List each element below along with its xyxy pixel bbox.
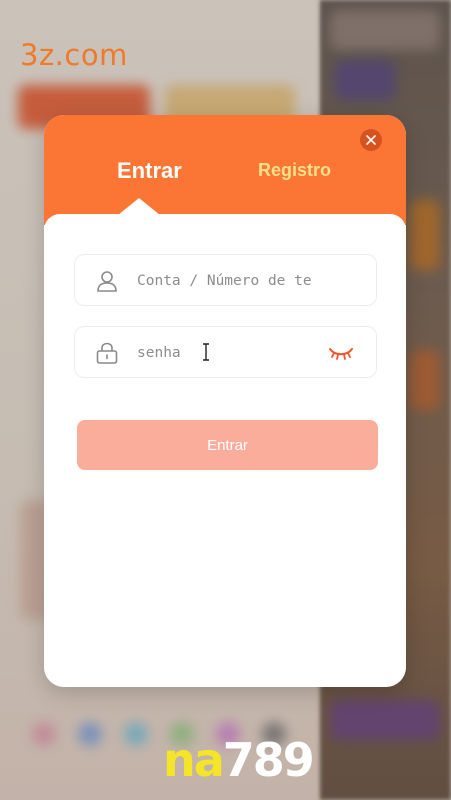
account-input[interactable] — [137, 263, 319, 299]
login-submit-button[interactable]: Entrar — [77, 420, 378, 470]
close-button[interactable] — [360, 129, 382, 151]
active-tab-indicator — [118, 198, 160, 215]
account-field[interactable] — [74, 254, 377, 306]
watermark-part-1: na — [163, 733, 225, 787]
site-label: 3z.com — [20, 38, 128, 72]
password-input[interactable] — [137, 335, 297, 371]
brand-watermark: na789 — [163, 733, 315, 787]
tab-login[interactable]: Entrar — [117, 158, 182, 184]
watermark-part-2: 789 — [222, 733, 315, 787]
close-icon — [366, 135, 376, 145]
login-modal: Entrar Registro Entrar — [44, 115, 406, 687]
modal-header — [44, 115, 406, 225]
user-icon — [97, 271, 117, 292]
password-field[interactable] — [74, 326, 377, 378]
tab-register[interactable]: Registro — [258, 160, 331, 181]
eye-closed-icon[interactable] — [327, 342, 355, 364]
text-cursor-icon — [203, 343, 209, 361]
lock-icon — [96, 342, 118, 364]
